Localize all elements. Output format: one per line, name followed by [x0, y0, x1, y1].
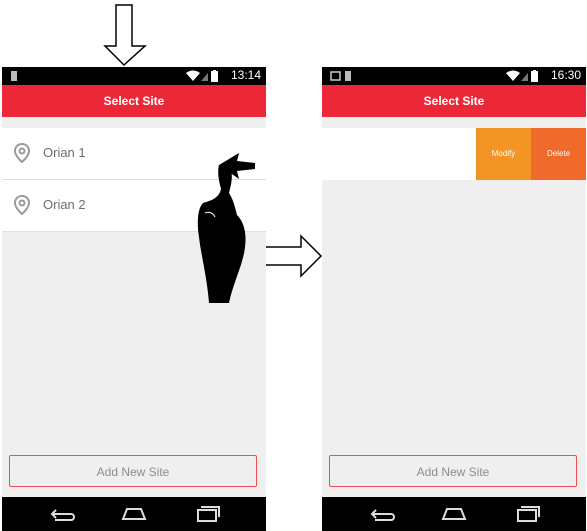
- status-bar: 13:14: [2, 67, 266, 85]
- home-icon[interactable]: [119, 505, 149, 523]
- notification-icon: [11, 71, 17, 81]
- wifi-battery-icons: [506, 70, 538, 82]
- arrow-down-icon: [103, 4, 147, 66]
- location-pin-icon: [14, 195, 30, 215]
- back-icon[interactable]: [47, 505, 77, 523]
- left-phone-screen: 13:14 Select Site Orian 1 Orian 2 Add Ne…: [2, 67, 266, 531]
- site-label: Orian 2: [43, 197, 86, 212]
- modify-button[interactable]: Modify: [476, 128, 531, 180]
- arrow-right-icon: [261, 234, 323, 278]
- location-pin-icon: [14, 143, 30, 163]
- back-icon[interactable]: [367, 505, 397, 523]
- home-icon[interactable]: [439, 505, 469, 523]
- recent-apps-icon[interactable]: [512, 505, 542, 523]
- delete-button[interactable]: Delete: [531, 128, 586, 180]
- wifi-battery-icons: [186, 70, 218, 82]
- add-new-site-button[interactable]: Add New Site: [329, 455, 577, 487]
- page-title: Select Site: [2, 85, 266, 117]
- swipe-left-hand-icon: [197, 153, 255, 303]
- right-phone-screen: 16:30 Select Site Modify Delete Add New …: [322, 67, 586, 531]
- android-nav-bar: [322, 497, 586, 531]
- notification-icons: [330, 71, 351, 81]
- status-bar: 16:30: [322, 67, 586, 85]
- android-nav-bar: [2, 497, 266, 531]
- status-time: 16:30: [550, 68, 581, 82]
- swiped-list-item[interactable]: Modify Delete: [322, 128, 586, 180]
- status-time: 13:14: [230, 68, 261, 82]
- page-title: Select Site: [322, 85, 586, 117]
- add-new-site-button[interactable]: Add New Site: [9, 455, 257, 487]
- site-label: Orian 1: [43, 145, 86, 160]
- recent-apps-icon[interactable]: [192, 505, 222, 523]
